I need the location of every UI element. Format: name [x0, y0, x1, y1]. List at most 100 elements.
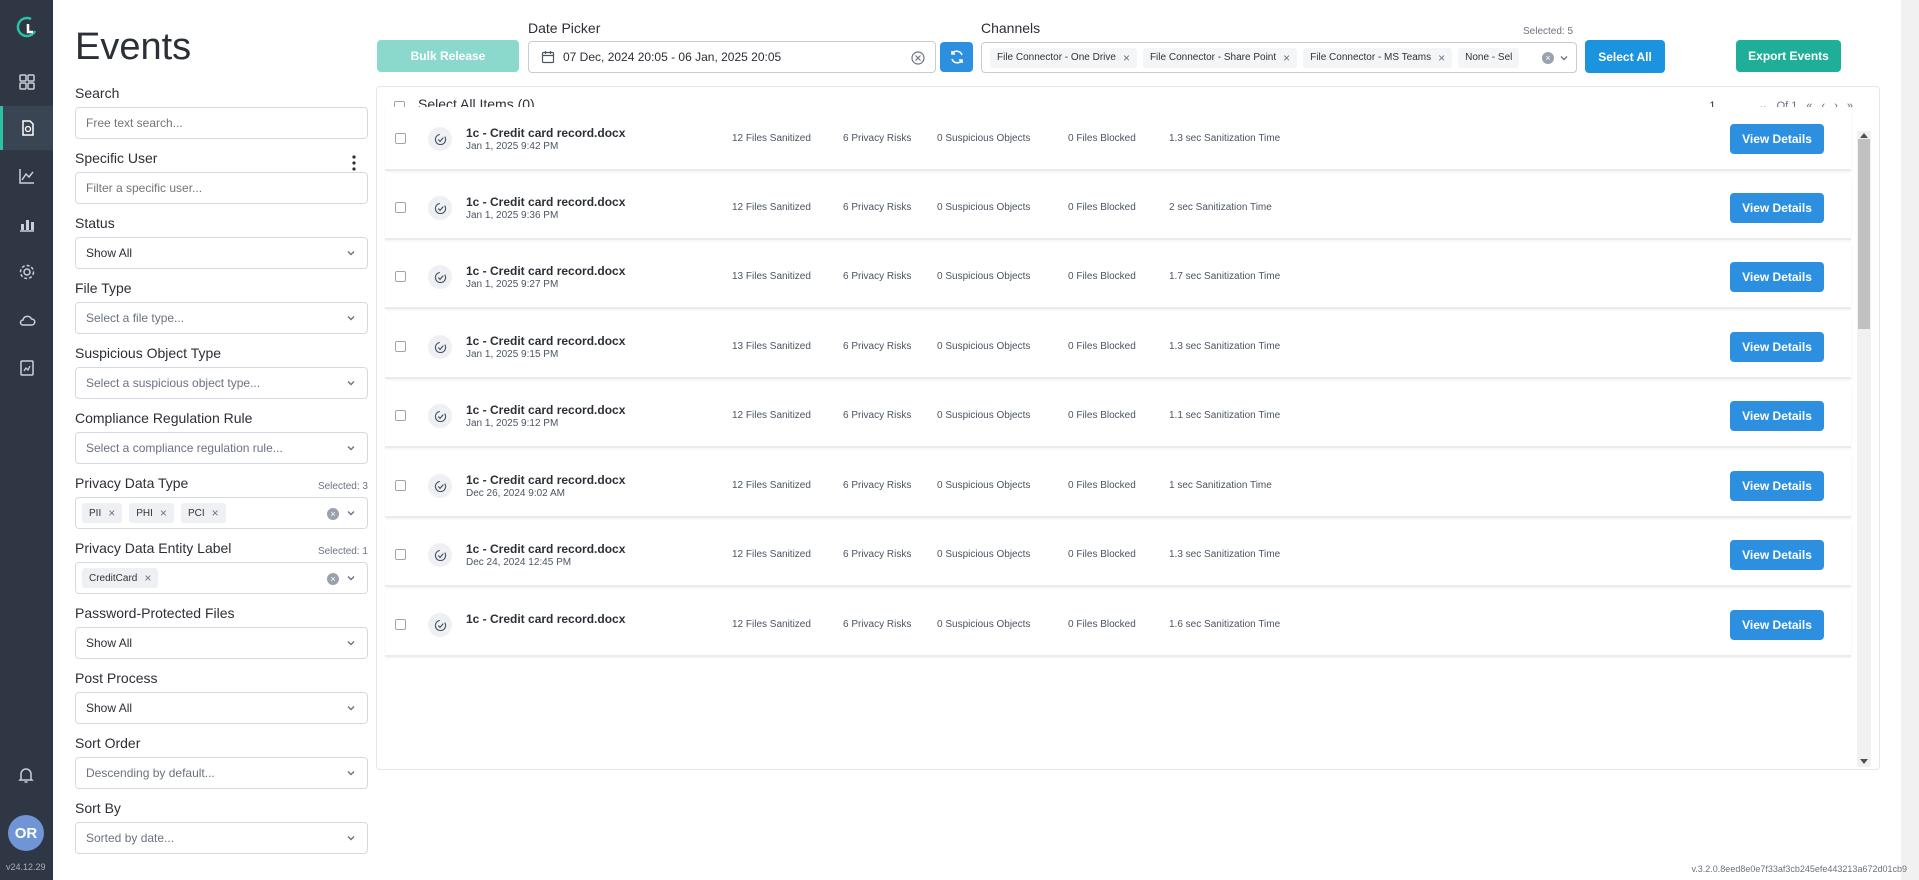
sort-order-select[interactable]: Descending by default...	[75, 757, 368, 789]
file-type-select[interactable]: Select a file type...	[75, 302, 368, 334]
files-sanitized: 13 Files Sanitized	[732, 341, 811, 352]
remove-chip-icon[interactable]: ×	[1438, 51, 1445, 65]
row-checkbox[interactable]	[395, 341, 406, 352]
bell-icon[interactable]	[16, 765, 36, 785]
list-scrollbar[interactable]	[1857, 131, 1871, 767]
view-details-button[interactable]: View Details	[1730, 610, 1824, 640]
nav-analytics[interactable]	[0, 154, 53, 198]
refresh-icon	[950, 50, 963, 64]
chip-pci: PCI ×	[180, 503, 226, 523]
row-checkbox[interactable]	[395, 619, 406, 630]
post-process-value: Show All	[86, 701, 133, 715]
date-range-picker[interactable]: 07 Dec, 2024 20:05 - 06 Jan, 2025 20:05	[528, 41, 936, 73]
scroll-thumb[interactable]	[1858, 139, 1870, 329]
nav-reports[interactable]	[0, 202, 53, 246]
event-row[interactable]: 1c - Credit card record.docx Jan 1, 2025…	[385, 315, 1851, 379]
nav-policy[interactable]	[0, 346, 53, 390]
suspicious-objects: 0 Suspicious Objects	[937, 619, 1031, 630]
chip-pii: PII ×	[82, 503, 123, 523]
channels-label: Channels	[981, 20, 1041, 36]
chevron-down-icon	[347, 511, 355, 516]
event-row[interactable]: 1c - Credit card record.docx Dec 26, 202…	[385, 454, 1851, 518]
files-sanitized: 12 Files Sanitized	[732, 619, 811, 630]
view-details-button[interactable]: View Details	[1730, 332, 1824, 362]
row-checkbox[interactable]	[395, 202, 406, 213]
scroll-down-icon[interactable]	[1860, 759, 1868, 764]
refresh-button[interactable]	[940, 42, 973, 72]
status-check-icon	[428, 265, 452, 289]
view-details-button[interactable]: View Details	[1730, 193, 1824, 223]
bulk-release-button[interactable]: Bulk Release	[377, 40, 519, 72]
event-row[interactable]: 1c - Credit card record.docx Jan 1, 2025…	[385, 107, 1851, 171]
view-details-button[interactable]: View Details	[1730, 262, 1824, 292]
password-protected-select[interactable]: Show All	[75, 627, 368, 659]
compliance-rule-placeholder: Select a compliance regulation rule...	[86, 441, 283, 455]
status-select[interactable]: Show All	[75, 237, 368, 269]
more-options-icon[interactable]	[351, 154, 357, 172]
suspicious-objects: 0 Suspicious Objects	[937, 549, 1031, 560]
event-row[interactable]: 1c - Credit card record.docx Dec 24, 202…	[385, 523, 1851, 587]
chevron-down-icon	[347, 576, 355, 581]
events-list: Select All Items (0) 1 ⌄ Of 1 « ‹ › » 1c…	[376, 86, 1880, 770]
chip-creditcard: CreditCard ×	[82, 568, 159, 588]
sort-by-select[interactable]: Sorted by date...	[75, 822, 368, 854]
row-checkbox[interactable]	[395, 549, 406, 560]
clear-icon[interactable]: ×	[327, 508, 339, 520]
files-blocked: 0 Files Blocked	[1068, 480, 1136, 491]
page-scrollbar[interactable]	[1901, 0, 1919, 880]
privacy-risks: 6 Privacy Risks	[843, 341, 912, 352]
privacy-risks: 6 Privacy Risks	[843, 480, 912, 491]
row-checkbox[interactable]	[395, 410, 406, 421]
post-process-select[interactable]: Show All	[75, 692, 368, 724]
privacy-data-type-select[interactable]: PII × PHI × PCI × ×	[75, 497, 368, 529]
event-file-name: 1c - Credit card record.docx	[466, 334, 626, 348]
status-check-icon	[428, 543, 452, 567]
nav-events[interactable]	[0, 106, 53, 150]
remove-chip-icon[interactable]: ×	[1283, 51, 1290, 65]
privacy-risks: 6 Privacy Risks	[843, 202, 912, 213]
channels-select[interactable]: File Connector - One Drive × File Connect…	[981, 42, 1577, 73]
scroll-up-icon[interactable]	[1860, 133, 1868, 138]
view-details-button[interactable]: View Details	[1730, 401, 1824, 431]
search-input[interactable]	[75, 107, 368, 139]
chevron-down-icon	[347, 446, 355, 451]
view-details-button[interactable]: View Details	[1730, 124, 1824, 154]
suspicious-object-select[interactable]: Select a suspicious object type...	[75, 367, 368, 399]
event-row[interactable]: 1c - Credit card record.docx 12 Files Sa…	[385, 593, 1851, 657]
clear-icon[interactable]: ×	[1542, 52, 1554, 64]
remove-chip-icon[interactable]: ×	[1123, 51, 1130, 65]
export-events-button[interactable]: Export Events	[1736, 40, 1841, 72]
view-details-button[interactable]: View Details	[1730, 471, 1824, 501]
files-sanitized: 12 Files Sanitized	[732, 549, 811, 560]
privacy-entity-select[interactable]: CreditCard × ×	[75, 562, 368, 594]
privacy-risks: 6 Privacy Risks	[843, 619, 912, 630]
app-logo[interactable]	[16, 16, 38, 40]
remove-chip-icon[interactable]: ×	[144, 571, 151, 585]
sanitization-time: 1.6 sec Sanitization Time	[1169, 619, 1281, 630]
row-checkbox[interactable]	[395, 480, 406, 491]
privacy-risks: 6 Privacy Risks	[843, 410, 912, 421]
clear-icon[interactable]: ×	[327, 573, 339, 585]
files-sanitized: 13 Files Sanitized	[732, 271, 811, 282]
avatar[interactable]: OR	[8, 815, 44, 851]
event-row[interactable]: 1c - Credit card record.docx Jan 1, 2025…	[385, 384, 1851, 448]
compliance-rule-label: Compliance Regulation Rule	[75, 410, 253, 426]
nav-cloud[interactable]	[0, 298, 53, 342]
nav-dashboard[interactable]	[0, 60, 53, 104]
remove-chip-icon[interactable]: ×	[108, 506, 115, 520]
row-checkbox[interactable]	[395, 271, 406, 282]
remove-chip-icon[interactable]: ×	[160, 506, 167, 520]
compliance-rule-select[interactable]: Select a compliance regulation rule...	[75, 432, 368, 464]
specific-user-input[interactable]	[75, 172, 368, 204]
view-details-button[interactable]: View Details	[1730, 540, 1824, 570]
files-blocked: 0 Files Blocked	[1068, 133, 1136, 144]
cloud-icon	[19, 315, 35, 326]
remove-chip-icon[interactable]: ×	[212, 506, 219, 520]
select-all-button[interactable]: Select All	[1585, 40, 1665, 73]
nav-settings[interactable]	[0, 250, 53, 294]
event-row[interactable]: 1c - Credit card record.docx Jan 1, 2025…	[385, 245, 1851, 309]
row-checkbox[interactable]	[395, 133, 406, 144]
clear-date-icon[interactable]	[911, 51, 925, 65]
calendar-icon	[541, 51, 555, 64]
event-row[interactable]: 1c - Credit card record.docx Jan 1, 2025…	[385, 176, 1851, 240]
